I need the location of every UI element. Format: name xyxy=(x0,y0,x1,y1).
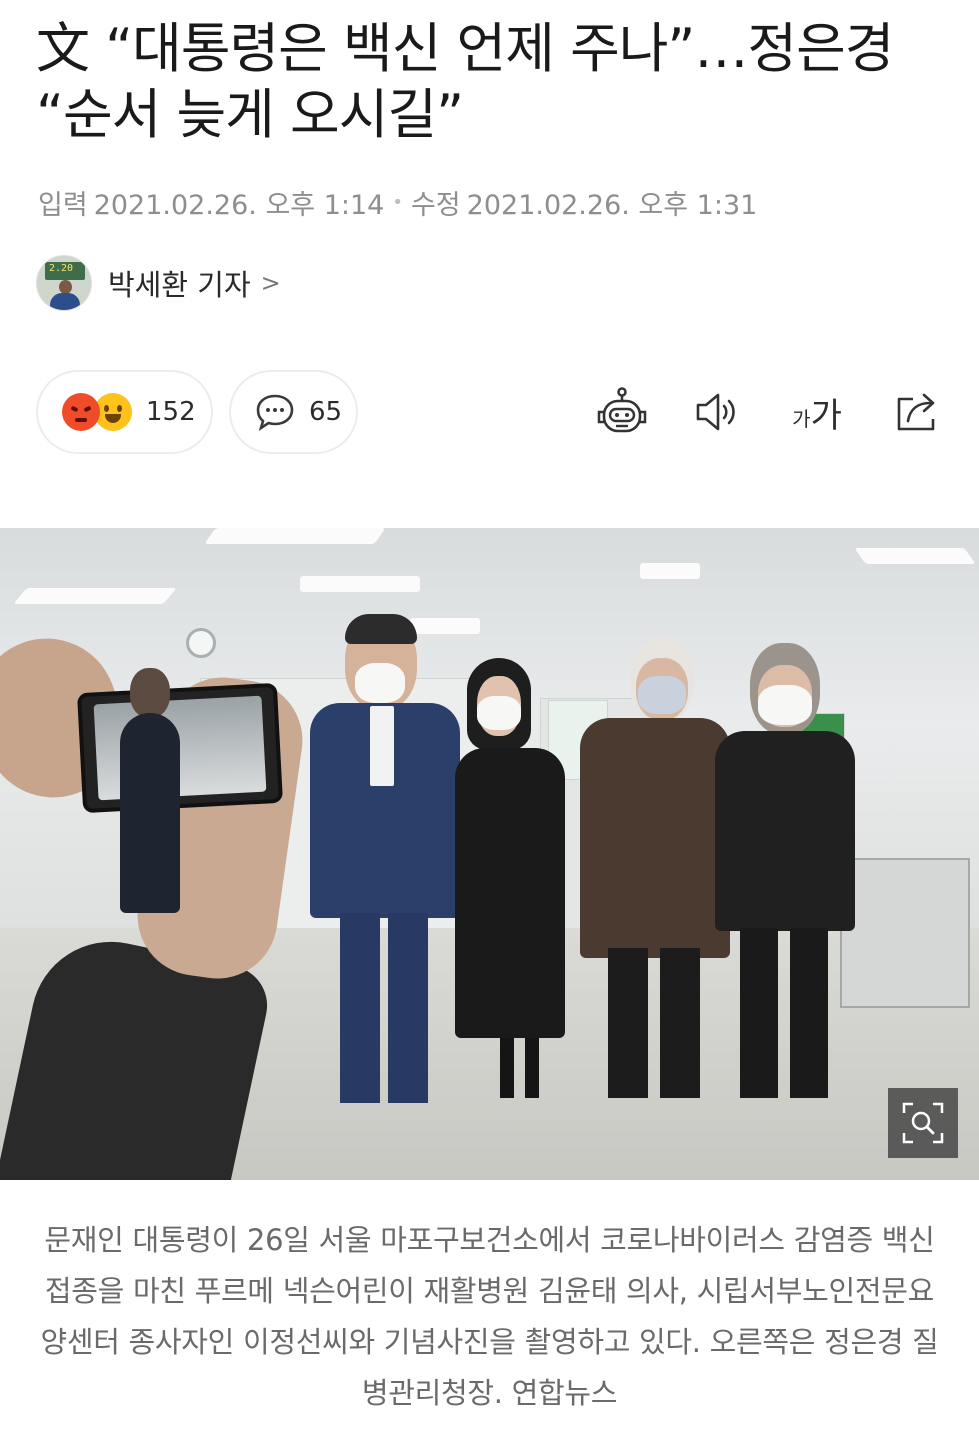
author-avatar[interactable]: 2.20 xyxy=(36,255,92,311)
modified-time: 2021.02.26. 오후 1:31 xyxy=(466,189,758,221)
input-time: 2021.02.26. 오후 1:14 xyxy=(93,189,385,221)
ceiling-light xyxy=(410,618,480,634)
angry-emoji-icon xyxy=(62,393,100,431)
robot-icon xyxy=(597,387,647,433)
photo-caption: 문재인 대통령이 26일 서울 마포구보건소에서 코로나바이러스 감염증 백신 … xyxy=(40,1223,939,1410)
ceiling-light xyxy=(854,548,976,564)
ceiling-light xyxy=(640,563,700,579)
author-name-row[interactable]: 박세환 기자 > xyxy=(108,262,281,304)
image-zoom-icon xyxy=(902,1102,944,1144)
font-size-small-glyph: 가 xyxy=(792,406,811,431)
article-photo[interactable] xyxy=(0,528,979,1180)
ceiling-light xyxy=(204,528,386,544)
reactions-count: 152 xyxy=(146,397,196,427)
wall-clock xyxy=(186,628,216,658)
avatar-board-text: 2.20 xyxy=(49,263,74,274)
speech-bubble-icon xyxy=(256,394,294,431)
article-title: 文 “대통령은 백신 언제 주나”…정은경 “순서 늦게 오시길” xyxy=(36,17,894,146)
ceiling-light xyxy=(300,576,420,592)
avatar-body xyxy=(50,293,80,310)
modified-label: 수정 xyxy=(410,189,461,221)
share-button[interactable] xyxy=(890,382,946,442)
meta-separator: • xyxy=(392,191,403,213)
photo-zoom-button[interactable] xyxy=(888,1088,958,1158)
ceiling-light xyxy=(13,588,177,604)
summary-bot-button[interactable] xyxy=(594,382,650,442)
reactions-button[interactable]: 152 xyxy=(36,370,213,454)
input-label: 입력 xyxy=(38,189,88,221)
comments-count: 65 xyxy=(309,397,343,427)
author-name[interactable]: 박세환 기자 xyxy=(108,262,251,304)
text-to-speech-button[interactable] xyxy=(692,382,744,442)
font-size-large-glyph: 가 xyxy=(810,395,842,436)
author-link[interactable]: 2.20 박세환 기자 > xyxy=(36,254,281,312)
share-icon xyxy=(897,393,935,431)
avatar-head xyxy=(59,280,72,294)
article-meta: 입력 2021.02.26. 오후 1:14 • 수정 2021.02.26. … xyxy=(38,185,758,221)
medical-cart xyxy=(840,858,970,1008)
comments-button[interactable]: 65 xyxy=(229,370,358,454)
chevron-right-icon: > xyxy=(260,269,281,297)
speaker-icon xyxy=(696,393,735,431)
font-size-button[interactable]: 가 가 xyxy=(786,382,848,442)
